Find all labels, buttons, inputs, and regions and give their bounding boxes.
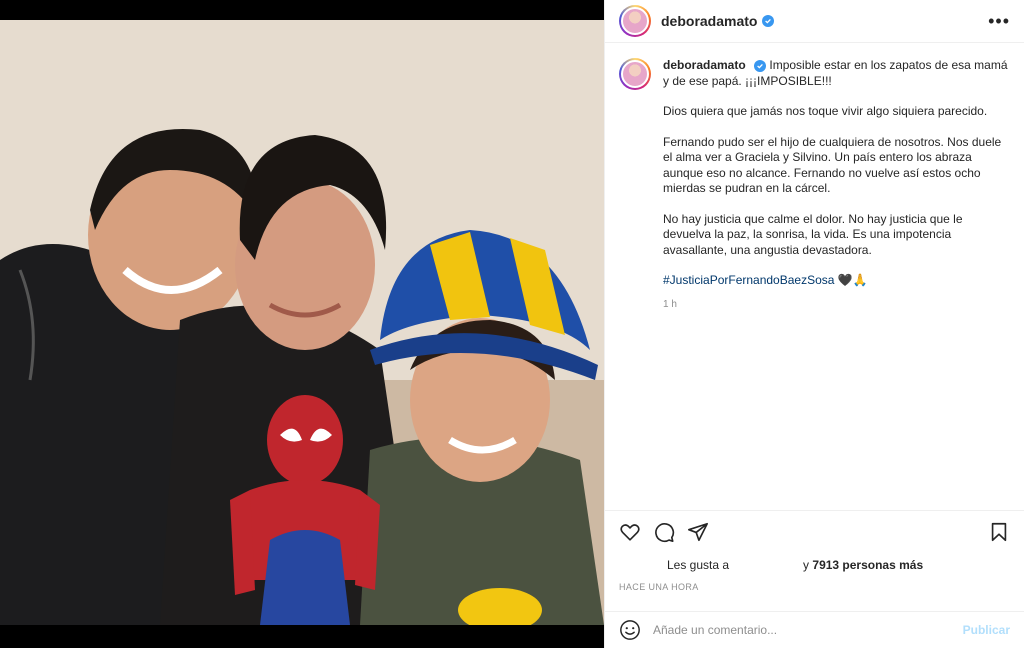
avatar-image: [621, 60, 649, 88]
likes-count-line[interactable]: y 7913 personas más: [803, 558, 923, 572]
post-timestamp[interactable]: HACE UNA HORA: [619, 582, 699, 592]
caption-emojis: 🖤🙏: [837, 273, 868, 287]
caption-paragraph-1: deboradamato Imposible estar en los zapa…: [663, 58, 1008, 89]
likes-summary: Les gusta a y 7913 personas más: [605, 558, 1024, 572]
heart-icon[interactable]: [619, 521, 641, 543]
more-options-icon[interactable]: •••: [988, 11, 1010, 32]
post-media-container: [0, 0, 604, 648]
publish-comment-button[interactable]: Publicar: [963, 623, 1010, 637]
bookmark-icon[interactable]: [988, 521, 1010, 543]
likes-and: y: [803, 558, 810, 572]
post-actions-bar: [605, 510, 1024, 552]
comment-composer: Publicar: [605, 611, 1024, 648]
caption-relative-time[interactable]: 1 h: [663, 297, 1008, 313]
comment-input[interactable]: [653, 623, 963, 637]
likes-prefix: Les gusta a: [667, 558, 730, 572]
avatar-image: [621, 7, 649, 35]
caption-username[interactable]: deboradamato: [663, 58, 746, 72]
family-photo-illustration: [0, 20, 604, 625]
caption-paragraph-2: Dios quiera que jamás nos toque vivir al…: [663, 104, 988, 118]
likes-count[interactable]: 7913 personas más: [812, 558, 923, 572]
post-caption: deboradamato Imposible estar en los zapa…: [663, 58, 1008, 510]
caption-paragraph-3: Fernando pudo ser el hijo de cualquiera …: [663, 134, 1002, 196]
caption-hashtag-line: #JusticiaPorFernandoBaezSosa 🖤🙏: [663, 273, 1008, 289]
caption-avatar[interactable]: [619, 58, 651, 90]
post-photo[interactable]: [0, 20, 604, 625]
hashtag-link[interactable]: #JusticiaPorFernandoBaezSosa: [663, 273, 834, 287]
header-username[interactable]: deboradamato: [661, 13, 757, 29]
post-side-panel: deboradamato ••• deboradamato Imposible …: [604, 0, 1024, 648]
caption-section: deboradamato Imposible estar en los zapa…: [605, 44, 1024, 510]
comment-icon[interactable]: [653, 521, 675, 543]
post-header: deboradamato •••: [605, 0, 1024, 43]
share-icon[interactable]: [687, 521, 709, 543]
header-avatar[interactable]: [619, 5, 651, 37]
smiley-icon[interactable]: [619, 619, 641, 641]
verified-badge-icon: [762, 15, 775, 27]
caption-paragraph-4: No hay justicia que calme el dolor. No h…: [663, 211, 963, 257]
verified-badge-icon: [754, 59, 767, 72]
